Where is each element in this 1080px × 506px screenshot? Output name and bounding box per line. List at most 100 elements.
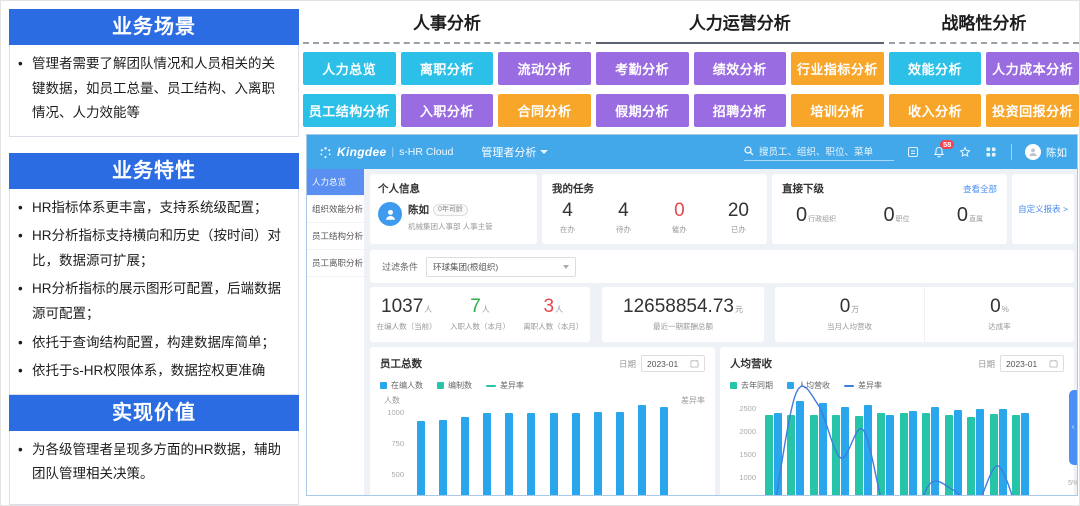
stat-hires-month: 7人 入职人数（本月）	[443, 287, 516, 342]
date-value: 2023-01	[1006, 359, 1037, 369]
stat-achievement-rate: 0% 达成率	[924, 287, 1074, 342]
matrix-button-onboarding-analysis[interactable]: 入职分析	[401, 94, 494, 127]
legend-swatch	[380, 382, 387, 389]
notifications-bell-icon[interactable]: 58	[933, 146, 946, 159]
bullet-dot: •	[18, 331, 32, 356]
matrix-button-manpower-overview[interactable]: 人力总览	[303, 52, 396, 85]
bullet-dot: •	[18, 224, 32, 273]
chart-bar	[439, 420, 447, 496]
matrix-button-contract-analysis[interactable]: 合同分析	[498, 94, 591, 127]
legend-label: 编制数	[448, 380, 472, 391]
bullet-text: 依托于s-HR权限体系，数据控权更准确	[32, 359, 265, 384]
nav-manager-analysis[interactable]: 管理者分析	[481, 144, 548, 160]
subordinate-unit: 行政组织	[808, 216, 836, 223]
chart1-plot: 人数 差异率 1000 750 500	[380, 397, 705, 496]
chart-bar	[550, 413, 558, 496]
sidebar-item-org-efficiency-analysis[interactable]: 组织效能分析	[307, 196, 364, 223]
bullet-text: 为各级管理者呈现多方面的HR数据，辅助团队管理相关决策。	[32, 438, 288, 487]
collapse-panel-tab[interactable]: ‹	[1069, 390, 1077, 465]
task-stat-inprogress[interactable]: 4 在办	[560, 200, 575, 235]
stat-unit: 万	[851, 305, 859, 314]
section-title-business-scenario: 业务场景	[9, 9, 299, 45]
matrix-button-efficiency-analysis[interactable]: 效能分析	[889, 52, 982, 85]
bullet-text: HR分析指标支持横向和历史（按时间）对比，数据源可扩展；	[32, 224, 288, 273]
profile-card-title: 个人信息	[378, 181, 529, 196]
dashboard-sidebar: 人力总览 组织效能分析 员工结构分析 员工离职分析	[307, 169, 364, 495]
stat-value: 12658854.73	[623, 296, 734, 317]
chart1-legend: 在编人数 编制数 差异率	[380, 380, 705, 391]
legend-line-swatch	[844, 385, 854, 387]
analysis-matrix: 人事分析 人力运营分析 战略性分析 人力总览 离职分析 流动分析 考勤分析 绩效…	[303, 9, 1079, 127]
y-tick: 750	[380, 439, 404, 448]
chart-bar	[527, 413, 535, 496]
sidebar-item-staff-resignation-analysis[interactable]: 员工离职分析	[307, 250, 364, 277]
view-all-link[interactable]: 查看全部	[963, 183, 997, 195]
matrix-button-staff-structure-analysis[interactable]: 员工结构分析	[303, 94, 396, 127]
search-icon	[744, 146, 754, 156]
matrix-button-industry-indicator-analysis[interactable]: 行业指标分析	[791, 52, 884, 85]
global-search-input[interactable]: 搜员工、组织、职位、菜单	[744, 144, 894, 161]
stat-unit: 人	[482, 305, 490, 314]
y-tick: 500	[380, 470, 404, 479]
sidebar-item-staff-structure-analysis[interactable]: 员工结构分析	[307, 223, 364, 250]
user-name: 陈如	[1046, 145, 1067, 160]
profile-card: 个人信息 陈如 0年司龄 机械集团人事部 人事主管	[370, 174, 537, 244]
chart2-title: 人均营收	[730, 356, 772, 371]
subordinate-value: 0	[883, 204, 894, 226]
legend-swatch	[437, 382, 444, 389]
stat-label: 在编人数（当前）	[370, 321, 443, 332]
chart-bar	[616, 412, 624, 496]
chart-bar	[483, 413, 491, 496]
matrix-button-recruiting-analysis[interactable]: 招聘分析	[694, 94, 787, 127]
matrix-button-income-analysis[interactable]: 收入分析	[889, 94, 982, 127]
chart2-date-picker[interactable]: 2023-01	[1000, 355, 1064, 372]
y2-tick: 5%	[1068, 478, 1078, 487]
matrix-button-labor-cost-analysis[interactable]: 人力成本分析	[986, 52, 1079, 85]
matrix-button-roi-analysis[interactable]: 投资回报分析	[986, 94, 1079, 127]
my-tasks-card: 我的任务 4 在办 4 待办 0 催办 20	[542, 174, 767, 244]
legend-line-swatch	[486, 385, 496, 387]
matrix-button-training-analysis[interactable]: 培训分析	[791, 94, 884, 127]
chart2-plot: 2500 2000 1500 1000 10% 5%	[730, 397, 1064, 496]
task-stat-urged[interactable]: 0 催办	[672, 200, 687, 235]
stat-unit: 元	[735, 305, 743, 314]
task-stat-done[interactable]: 20 已办	[728, 200, 749, 235]
chevron-down-icon	[540, 150, 548, 154]
task-value: 20	[728, 200, 749, 222]
date-value: 2023-01	[647, 359, 678, 369]
org-filter-select[interactable]: 环球集团(根组织)	[426, 257, 576, 277]
y-tick: 1000	[380, 408, 404, 417]
favorites-star-icon[interactable]	[959, 146, 972, 159]
search-placeholder: 搜员工、组织、职位、菜单	[759, 144, 873, 158]
tasks-icon[interactable]	[907, 146, 920, 159]
matrix-button-mobility-analysis[interactable]: 流动分析	[498, 52, 591, 85]
apps-grid-icon[interactable]	[985, 146, 998, 159]
kingdee-logo-icon	[319, 146, 332, 159]
stat-value: 7	[470, 296, 481, 317]
section-body-value: • 为各级管理者呈现多方面的HR数据，辅助团队管理相关决策。	[9, 431, 299, 505]
stat-label: 离职人数（本月）	[517, 321, 590, 332]
legend-swatch	[787, 382, 794, 389]
matrix-button-vacation-analysis[interactable]: 假期分析	[596, 94, 689, 127]
user-menu[interactable]: 陈如	[1025, 144, 1067, 160]
stat-label: 当月人均营收	[775, 321, 924, 332]
stat-value: 0	[990, 296, 1001, 317]
calendar-icon	[1049, 359, 1058, 368]
matrix-button-resignation-analysis[interactable]: 离职分析	[401, 52, 494, 85]
calendar-icon	[690, 359, 699, 368]
subordinate-stat-admin-orgs: 0行政组织	[796, 204, 836, 227]
matrix-button-attendance-analysis[interactable]: 考勤分析	[596, 52, 689, 85]
task-value: 4	[560, 200, 575, 222]
legend-swatch	[730, 382, 737, 389]
custom-report-link[interactable]: 自定义报表 >	[1018, 203, 1068, 215]
matrix-button-performance-analysis[interactable]: 绩效分析	[694, 52, 787, 85]
profile-name: 陈如	[408, 202, 429, 217]
task-stat-todo[interactable]: 4 待办	[616, 200, 631, 235]
sidebar-item-manpower-overview[interactable]: 人力总览	[307, 169, 364, 196]
section-body-business-scenario: • 管理者需要了解团队情况和人员相关的关键数据，如员工总量、员工结构、入离职情况…	[9, 45, 299, 137]
chart-bar	[505, 413, 513, 496]
subordinate-unit: 直属	[969, 216, 983, 223]
brand-name: Kingdee	[337, 145, 386, 159]
chart1-date-picker[interactable]: 2023-01	[641, 355, 705, 372]
bullet-text: 管理者需要了解团队情况和人员相关的关键数据，如员工总量、员工结构、入离职情况、人…	[32, 52, 288, 126]
